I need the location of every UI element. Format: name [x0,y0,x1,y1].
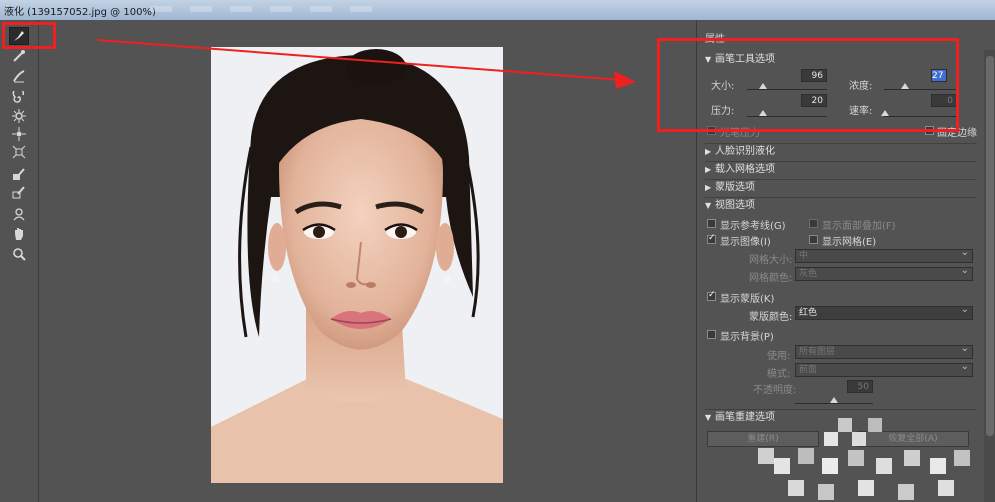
opacity-input[interactable]: 50 [847,380,873,393]
show-guides-label: 显示参考线(G) [720,221,786,232]
show-mesh-label: 显示网格(E) [822,237,877,248]
scrollbar-thumb[interactable] [986,56,994,436]
show-backdrop-label: 显示背景(P) [720,332,774,343]
preview-canvas[interactable] [39,20,695,502]
expanded-triangle-icon: ▼ [705,201,712,210]
titlebar-menu-ghost [150,6,172,12]
use-label: 使用: [767,351,791,362]
section-face-aware-liquify[interactable]: ▶ 人脸识别液化 [705,143,977,160]
titlebar-menu-ghost [310,6,332,12]
titlebar-menu-ghost [190,6,212,12]
collapsed-triangle-icon: ▶ [705,183,712,192]
smooth-tool-icon[interactable] [9,67,29,85]
push-left-tool-icon[interactable] [9,143,29,161]
show-guides-checkbox[interactable] [707,219,716,228]
freeze-mask-tool-icon[interactable] [9,165,29,183]
section-load-mesh-options[interactable]: ▶ 载入网格选项 [705,161,977,178]
show-mask-checkbox[interactable] [707,290,716,301]
opacity-label: 不透明度: [753,385,797,396]
face-tool-icon[interactable] [9,205,29,223]
mesh-size-select[interactable]: 中 [795,247,973,263]
titlebar-menu-ghost [230,6,252,12]
twirl-tool-icon[interactable] [9,89,29,107]
expanded-triangle-icon: ▼ [705,413,712,422]
use-select[interactable]: 所有图层 [795,343,973,359]
opacity-slider-track[interactable] [795,403,873,404]
tool-bar [0,20,39,502]
window-titlebar: 液化 (139157052.jpg @ 100%) [0,0,995,20]
show-image-label: 显示图像(I) [720,237,771,248]
collapsed-triangle-icon: ▶ [705,147,712,156]
mask-color-label: 蒙版颜色: [749,312,793,323]
mask-color-select[interactable]: 红色 [795,304,973,320]
mode-select[interactable]: 前面 [795,361,973,377]
mesh-color-label: 网格颜色: [749,273,793,284]
highlight-box-tool [2,22,56,49]
portrait-image[interactable] [211,47,503,483]
section-label: 视图选项 [715,200,755,211]
highlight-box-brush-options [657,38,959,132]
opacity-slider-knob[interactable] [830,397,838,403]
bloat-tool-icon[interactable] [9,125,29,143]
show-face-overlay-label: 显示面部叠加(F) [822,221,896,232]
watermark-mosaic [758,418,970,500]
zoom-tool-icon[interactable] [9,245,29,263]
pucker-tool-icon[interactable] [9,107,29,125]
titlebar-menu-ghost [270,6,292,12]
show-backdrop-checkbox[interactable] [707,330,716,339]
section-label: 载入网格选项 [715,164,775,175]
reconstruct-tool-icon[interactable] [9,47,29,65]
mesh-size-label: 网格大小: [749,255,793,266]
collapsed-triangle-icon: ▶ [705,165,712,174]
show-image-checkbox[interactable] [707,233,716,244]
section-label: 蒙版选项 [715,182,755,193]
mesh-color-select[interactable]: 灰色 [795,265,973,281]
show-mask-label: 显示蒙版(K) [720,294,775,305]
section-view-options[interactable]: ▼ 视图选项 [705,197,977,214]
hand-tool-icon[interactable] [9,225,29,243]
section-label: 人脸识别液化 [715,146,775,157]
window-title: 液化 (139157052.jpg @ 100%) [4,7,156,18]
show-mesh-checkbox[interactable] [809,235,818,244]
thaw-mask-tool-icon[interactable] [9,183,29,201]
mode-label: 模式: [767,369,791,380]
section-mask-options[interactable]: ▶ 蒙版选项 [705,179,977,196]
show-face-overlay-checkbox[interactable] [809,219,818,228]
titlebar-menu-ghost [350,6,372,12]
